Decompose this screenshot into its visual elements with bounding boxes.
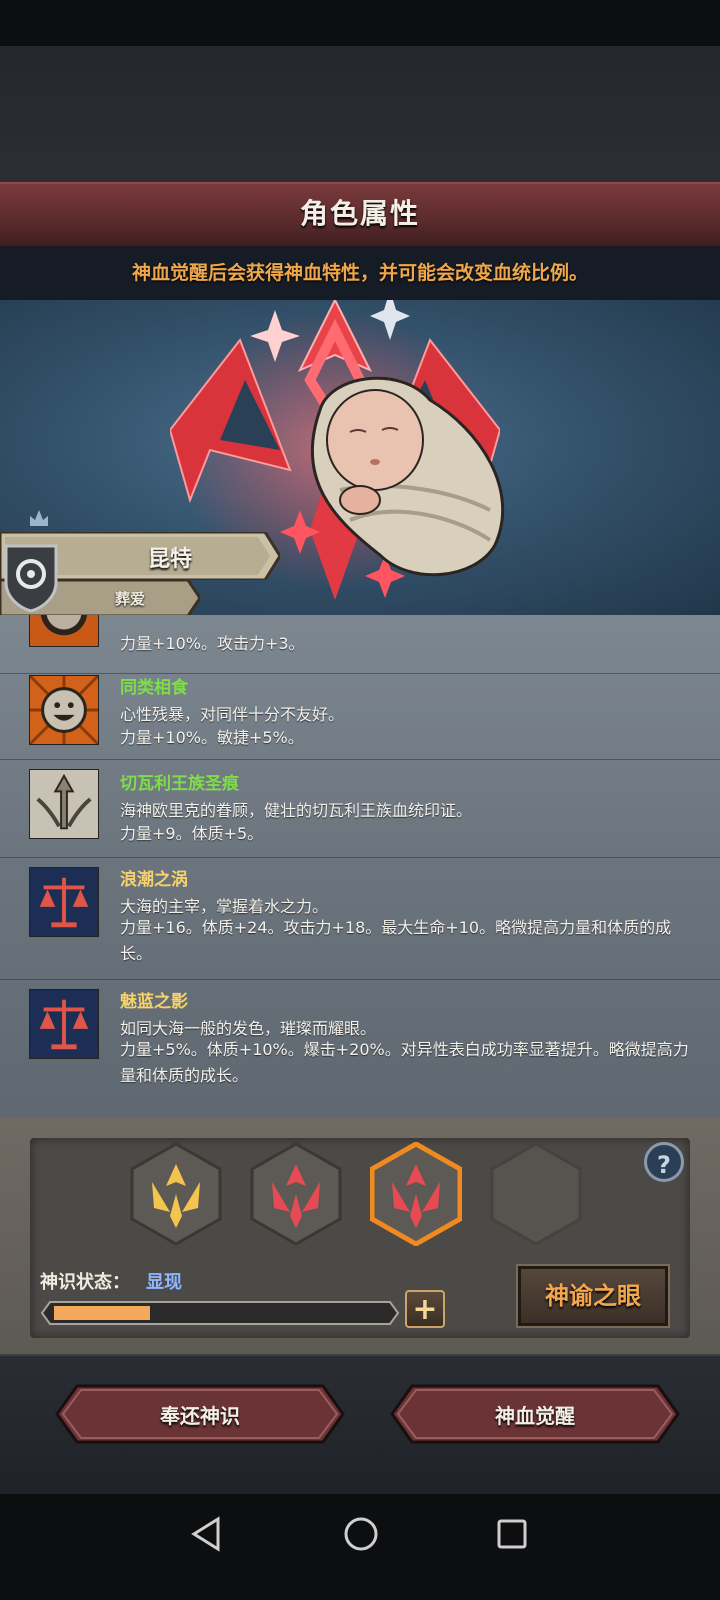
top-backdrop: [0, 46, 720, 184]
awaken-blood-label: 神血觉醒: [495, 1404, 575, 1428]
back-icon[interactable]: [190, 1516, 222, 1552]
face-icon: [29, 615, 99, 647]
trait-description: 如同大海一般的发色，璀璨而耀眼。: [120, 1019, 377, 1038]
home-icon[interactable]: [343, 1516, 379, 1552]
divine-status-value: 显现: [146, 1272, 182, 1293]
scales-icon: [29, 989, 99, 1059]
recents-icon[interactable]: [496, 1518, 528, 1550]
divine-slot-3-selected[interactable]: [370, 1142, 462, 1246]
trait-list[interactable]: 力量+10%。攻击力+3。 同类相食 心性残暴，对同伴十分不友好。 力量+10%…: [0, 615, 720, 1120]
swaddled-baby-portrait: [310, 376, 505, 577]
character-subtitle: 葬爱: [114, 590, 145, 608]
hint-text: 神血觉醒后会获得神血特性，并可能会改变血统比例。: [131, 262, 588, 284]
return-divine-label: 奉还神识: [160, 1404, 240, 1428]
system-nav-bar: [0, 1494, 720, 1600]
scales-icon: [29, 867, 99, 937]
character-name: 昆特: [147, 547, 192, 572]
trait-effects: 力量+5%。体质+10%。爆击+20%。对异性表白成功率显著提升。略微提高力量和…: [120, 1040, 689, 1085]
trait-item[interactable]: 切瓦利王族圣痕 海神欧里克的眷顾，健壮的切瓦利王族血统印证。 力量+9。体质+5…: [0, 759, 720, 858]
trait-effects: 力量+10%。敏捷+5%。: [120, 728, 304, 747]
page-title: 角色属性: [299, 197, 420, 230]
trait-description: 海神欧里克的眷顾，健壮的切瓦利王族血统印证。: [120, 801, 473, 820]
help-button[interactable]: ?: [644, 1142, 684, 1182]
trait-name: 切瓦利王族圣痕: [120, 774, 239, 794]
rank-crown-icon: [30, 510, 48, 526]
trait-item[interactable]: 同类相食 心性残暴，对同伴十分不友好。 力量+10%。敏捷+5%。: [0, 673, 720, 760]
trait-name: 浪潮之涡: [120, 870, 188, 890]
divine-slot-4-empty[interactable]: [490, 1142, 582, 1246]
trait-name: 同类相食: [120, 678, 188, 698]
divine-progress-bar: [40, 1301, 400, 1325]
trait-effects: 力量+10%。攻击力+3。: [120, 634, 305, 653]
wings-sigil-icon: [29, 769, 99, 839]
trait-description: 心性残暴，对同伴十分不友好。: [120, 705, 345, 724]
divine-status-label: 神识状态：: [40, 1272, 130, 1293]
trait-item[interactable]: 力量+10%。攻击力+3。: [0, 615, 720, 674]
trait-item[interactable]: 魅蓝之影 如同大海一般的发色，璀璨而耀眼。 力量+5%。体质+10%。爆击+20…: [0, 979, 720, 1120]
progress-fill: [54, 1306, 150, 1320]
divine-slot-2[interactable]: [250, 1142, 342, 1246]
add-button[interactable]: +: [405, 1290, 445, 1328]
trait-item[interactable]: 浪潮之涡 大海的主宰，掌握着水之力。 力量+16。体质+24。攻击力+18。最大…: [0, 857, 720, 980]
trait-effects: 力量+16。体质+24。攻击力+18。最大生命+10。略微提高力量和体质的成长。: [120, 918, 672, 963]
dragon-shield-icon[interactable]: [4, 544, 58, 612]
trait-effects: 力量+9。体质+5。: [120, 824, 264, 843]
grin-face-icon: [29, 675, 99, 745]
divine-slot-1[interactable]: [130, 1142, 222, 1246]
oracle-eye-button[interactable]: 神谕之眼: [516, 1264, 670, 1328]
status-bar: [0, 0, 720, 46]
trait-name: 魅蓝之影: [120, 992, 188, 1012]
trait-description: 大海的主宰，掌握着水之力。: [120, 897, 329, 916]
